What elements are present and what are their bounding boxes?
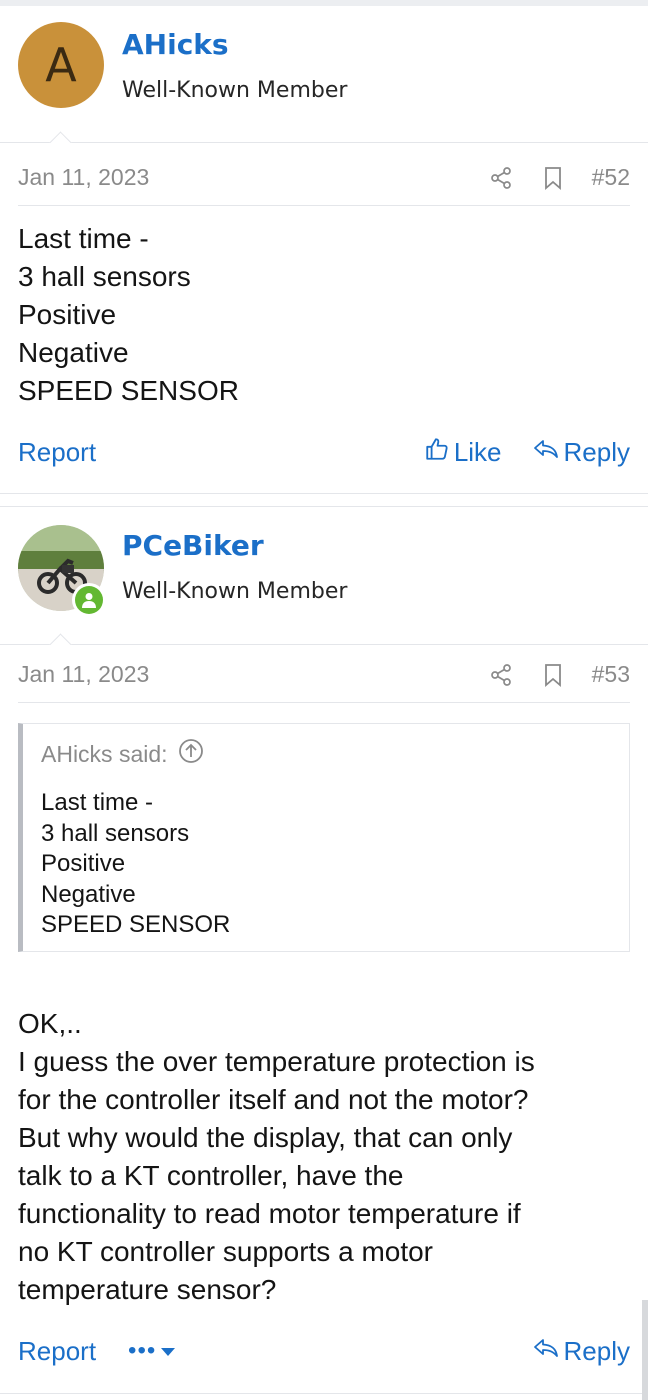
body-line: OK,..: [18, 1008, 82, 1039]
post-meta: Jan 11, 2023 #52: [18, 150, 630, 206]
post-divider: [0, 1393, 648, 1400]
chevron-down-icon: [160, 1337, 176, 1365]
reply-button[interactable]: Reply: [532, 1336, 630, 1367]
body-line: Positive: [18, 299, 117, 330]
username[interactable]: AHicks: [122, 28, 229, 61]
body-line: for the controller itself and not the mo…: [18, 1084, 529, 1115]
like-button[interactable]: Like: [424, 436, 502, 469]
post-meta: Jan 11, 2023 #53: [18, 647, 630, 703]
body-line: temperature sensor?: [18, 1274, 277, 1305]
report-link[interactable]: Report: [18, 437, 96, 468]
arrow-up-circle-icon: [178, 738, 204, 770]
reply-button[interactable]: Reply: [532, 437, 630, 468]
post-date[interactable]: Jan 11, 2023: [18, 164, 149, 191]
user-title: Well-Known Member: [122, 579, 348, 604]
avatar[interactable]: [18, 525, 106, 617]
quote-line: Last time -: [41, 789, 154, 816]
body-line: talk to a KT controller, have the: [18, 1160, 404, 1191]
bookmark-icon[interactable]: [540, 662, 566, 688]
body-line: Last time -: [18, 223, 149, 254]
post-actions: Report ••• Reply: [18, 1331, 630, 1371]
user-block: A AHicks Well-Known Member: [0, 6, 648, 143]
post-number[interactable]: #52: [592, 164, 630, 191]
username[interactable]: PCeBiker: [122, 529, 264, 562]
quote-header[interactable]: AHicks said:: [41, 738, 204, 770]
quote-line: 3 hall sensors: [41, 819, 190, 847]
reply-icon: [532, 1336, 560, 1367]
post-number[interactable]: #53: [592, 661, 630, 688]
more-menu-button[interactable]: •••: [128, 1337, 176, 1365]
post-body: OK,.. I guess the over temperature prote…: [18, 1005, 630, 1309]
user-title: Well-Known Member: [122, 78, 348, 103]
caret: [48, 129, 74, 143]
scrollbar[interactable]: [642, 1300, 648, 1400]
body-line: I guess the over temperature protection …: [18, 1046, 535, 1077]
share-icon[interactable]: [488, 165, 514, 191]
user-online-icon: [75, 586, 103, 614]
body-line: Negative: [18, 337, 129, 368]
reply-label: Reply: [563, 1335, 630, 1366]
quote-author: AHicks said:: [41, 740, 168, 767]
post-date[interactable]: Jan 11, 2023: [18, 661, 149, 688]
body-line: SPEED SENSOR: [18, 375, 239, 406]
post-body: Last time - 3 hall sensors Positive Nega…: [18, 220, 630, 410]
bookmark-icon[interactable]: [540, 165, 566, 191]
like-label: Like: [453, 436, 502, 467]
more-dots: •••: [128, 1337, 157, 1364]
body-line: 3 hall sensors: [18, 261, 191, 292]
user-block: PCeBiker Well-Known Member: [0, 507, 648, 645]
online-badge: [72, 583, 106, 617]
post-actions: Report Like Reply: [18, 432, 630, 472]
quote-line: SPEED SENSOR: [41, 911, 231, 938]
report-link[interactable]: Report: [18, 1336, 96, 1367]
body-line: functionality to read motor temperature …: [18, 1198, 521, 1229]
body-line: no KT controller supports a motor: [18, 1236, 434, 1267]
thumbs-up-icon: [424, 436, 450, 469]
share-icon[interactable]: [488, 662, 514, 688]
quote-block: AHicks said: Last time - 3 hall sensors …: [18, 723, 630, 952]
quote-body: Last time - 3 hall sensors Positive Nega…: [41, 788, 230, 941]
quote-line: Positive: [41, 850, 126, 877]
avatar-letter: A: [18, 22, 104, 108]
post-divider: [0, 493, 648, 507]
avatar[interactable]: A: [18, 22, 104, 108]
body-line: But why would the display, that can only: [18, 1122, 513, 1153]
quote-line: Negative: [41, 880, 136, 908]
reply-label: Reply: [563, 436, 630, 467]
caret: [48, 631, 74, 645]
reply-icon: [532, 437, 560, 468]
